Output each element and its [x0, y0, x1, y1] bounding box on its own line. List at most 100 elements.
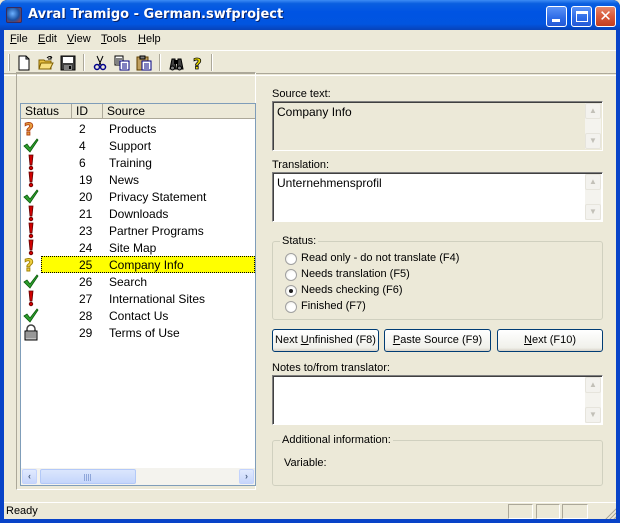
list-row[interactable]: 28 Contact Us	[21, 307, 255, 324]
list-row[interactable]: 29 Terms of Use	[21, 324, 255, 341]
next-unfinished-button[interactable]: Next Unfinished (F8)	[272, 329, 379, 352]
status-bar: Ready	[4, 502, 616, 519]
close-button[interactable]: ✕	[595, 6, 616, 27]
minimize-icon	[552, 19, 560, 22]
status-icon	[23, 222, 39, 239]
row-id: 2	[79, 122, 86, 136]
scroll-up-button[interactable]: ▲	[585, 103, 601, 119]
scroll-left-button[interactable]: ‹	[22, 469, 37, 484]
additional-info-group: Additional information: Variable:	[272, 434, 603, 486]
scroll-right-button[interactable]: ›	[239, 469, 254, 484]
resize-grip[interactable]	[604, 507, 616, 519]
row-source: Products	[109, 122, 157, 136]
radio-button[interactable]	[285, 301, 297, 313]
exclamation-icon	[28, 171, 34, 188]
list-row[interactable]: 21 Downloads	[21, 205, 255, 222]
menu-tools[interactable]: Tools	[101, 33, 127, 45]
paste-source-button[interactable]: Paste Source (F9)	[384, 329, 491, 352]
minimize-button[interactable]	[546, 6, 567, 27]
svg-text:?: ?	[24, 120, 34, 137]
copy-button[interactable]	[112, 53, 132, 73]
maximize-button[interactable]	[571, 6, 592, 27]
close-icon: ✕	[599, 7, 612, 25]
next-button[interactable]: Next (F10)	[497, 329, 603, 352]
radio-label: Needs checking (F6)	[301, 284, 403, 296]
scroll-up-button[interactable]: ▲	[585, 174, 601, 190]
scroll-down-button[interactable]: ▼	[585, 204, 601, 220]
menu-label: iew	[74, 33, 91, 45]
radio-button[interactable]	[285, 253, 297, 265]
list-row[interactable]: 19 News	[21, 171, 255, 188]
scroll-down-button[interactable]: ▼	[585, 407, 601, 423]
source-vertical-scrollbar[interactable]: ▲ ▼	[585, 103, 601, 149]
window-title: Avral Tramigo - German.swfproject	[28, 7, 284, 22]
svg-text:?: ?	[24, 256, 34, 273]
new-icon	[18, 55, 30, 71]
menu-edit[interactable]: Edit	[38, 33, 57, 45]
save-button[interactable]	[58, 53, 78, 73]
row-source: Site Map	[109, 241, 157, 255]
list-row[interactable]: ? 25 Company Info	[21, 256, 255, 276]
toolbar-grip[interactable]	[8, 54, 10, 71]
string-list[interactable]: Status ID Source ? 2 Products 4 Support 6 Trai…	[20, 103, 256, 486]
list-row[interactable]: 24 Site Map	[21, 239, 255, 256]
help-button[interactable]: ?	[188, 53, 208, 73]
menu-help[interactable]: Help	[138, 33, 161, 45]
app-icon[interactable]	[6, 7, 22, 23]
chevron-down-icon: ▼	[589, 410, 597, 419]
menu-view[interactable]: View	[67, 33, 91, 45]
toolbar: ?	[4, 50, 616, 74]
cut-button[interactable]	[90, 53, 110, 73]
list-row[interactable]: ? 2 Products	[21, 120, 255, 141]
row-source: News	[109, 173, 140, 187]
title-bar[interactable]: Avral Tramigo - German.swfproject ✕	[0, 0, 620, 30]
open-button[interactable]	[36, 53, 56, 73]
radio-button[interactable]	[285, 285, 297, 297]
source-text-label: Source text:	[272, 88, 331, 100]
row-id: 23	[79, 224, 93, 238]
status-pane-2	[536, 504, 560, 519]
chevron-left-icon: ‹	[28, 471, 31, 481]
list-row[interactable]: 23 Partner Programs	[21, 222, 255, 239]
list-row[interactable]: 27 International Sites	[21, 290, 255, 307]
cut-icon	[93, 55, 107, 71]
list-row[interactable]: 26 Search	[21, 273, 255, 290]
source-text-field[interactable]: Company Info ▲ ▼	[272, 101, 603, 151]
scroll-up-button[interactable]: ▲	[585, 377, 601, 393]
notes-label: Notes to/from translator:	[272, 362, 390, 374]
scroll-down-button[interactable]: ▼	[585, 133, 601, 149]
list-row[interactable]: 6 Training	[21, 154, 255, 171]
menu-file[interactable]: File	[10, 33, 28, 45]
column-header-status[interactable]: Status	[21, 104, 72, 119]
translation-vertical-scrollbar[interactable]: ▲ ▼	[585, 174, 601, 220]
menu-label: ools	[106, 33, 127, 45]
column-header-id[interactable]: ID	[72, 104, 103, 119]
list-row[interactable]: 4 Support	[21, 137, 255, 154]
svg-text:?: ?	[193, 55, 202, 71]
translation-field[interactable]: Unternehmensprofil ▲ ▼	[272, 172, 603, 222]
radio-button[interactable]	[285, 269, 297, 281]
find-button[interactable]	[166, 53, 186, 73]
save-icon	[60, 55, 76, 71]
translation-value: Unternehmensprofil	[277, 176, 382, 190]
button-accel: U	[300, 334, 309, 346]
toolbar-separator	[159, 54, 161, 71]
status-icon	[23, 188, 39, 205]
chevron-up-icon: ▲	[589, 380, 597, 389]
new-button[interactable]	[14, 53, 34, 73]
paste-icon	[136, 55, 152, 71]
checkmark-icon	[23, 189, 39, 204]
status-icon	[23, 171, 39, 188]
notes-field[interactable]: ▲ ▼	[272, 375, 603, 425]
button-label: ext (F10)	[531, 334, 576, 346]
status-pane-3	[562, 504, 588, 519]
horizontal-scrollbar[interactable]: ‹ ›	[21, 468, 255, 485]
row-id: 21	[79, 207, 93, 221]
list-row[interactable]: 20 Privacy Statement	[21, 188, 255, 205]
scroll-thumb[interactable]	[40, 469, 136, 484]
status-group: Status: Read only - do not translate (F4…	[272, 235, 603, 320]
notes-vertical-scrollbar[interactable]: ▲ ▼	[585, 377, 601, 423]
variable-label: Variable:	[284, 457, 327, 469]
column-header-source[interactable]: Source	[103, 104, 255, 119]
paste-button[interactable]	[134, 53, 154, 73]
